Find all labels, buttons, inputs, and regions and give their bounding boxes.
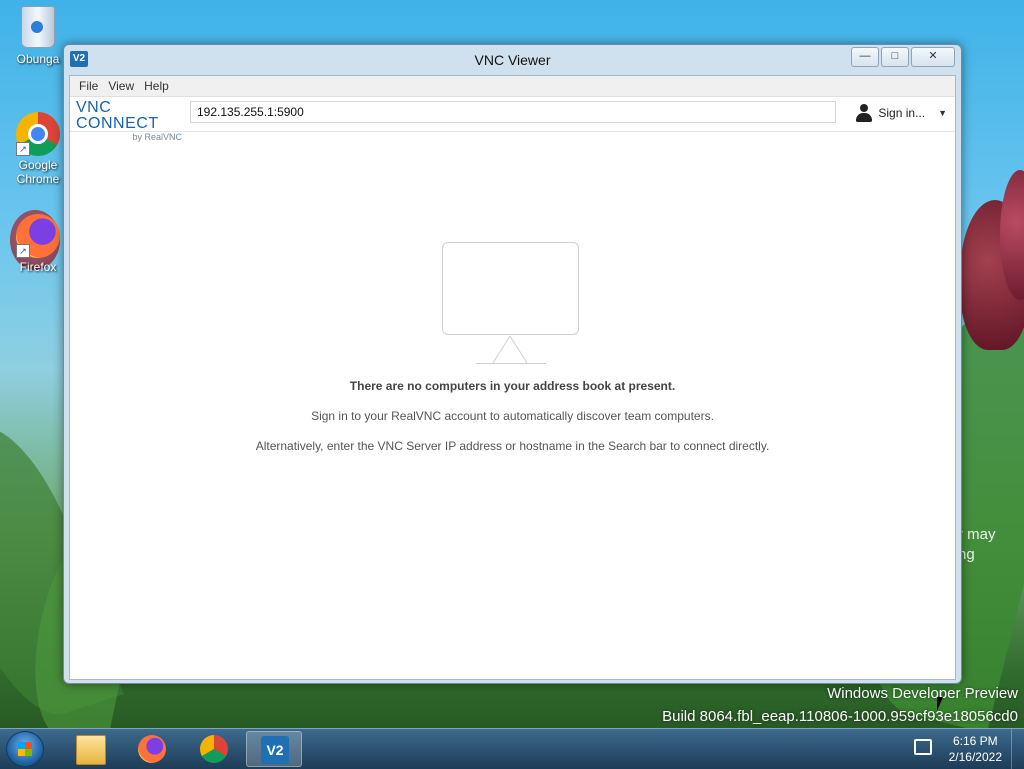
empty-state-heading: There are no computers in your address b…: [349, 379, 676, 393]
taskbar-chrome[interactable]: [186, 731, 242, 767]
monitor-base: [476, 363, 546, 364]
menu-bar: File View Help: [70, 76, 955, 97]
background-text-line: ng: [958, 546, 975, 563]
menu-help[interactable]: Help: [139, 79, 174, 93]
toolbar: VNC CONNECT by RealVNC Sign in... ▼: [70, 97, 955, 143]
sign-in-label: Sign in...: [878, 106, 926, 120]
chrome-icon: ↗: [16, 112, 60, 156]
firefox-icon: ↗: [16, 214, 60, 258]
vnc-connect-logo: VNC CONNECT by RealVNC: [76, 100, 186, 143]
file-explorer-icon: [76, 735, 106, 765]
taskbar: V2 6:16 PM 2/16/2022: [0, 728, 1024, 769]
window-controls: — □ ✕: [851, 47, 955, 67]
empty-state-text: Sign in to your RealVNC account to autom…: [311, 409, 714, 423]
maximize-button[interactable]: □: [881, 47, 909, 67]
brand-name: VNC CONNECT: [76, 99, 159, 132]
os-build-watermark: Build 8064.fbl_eeap.110806-1000.959cf93e…: [662, 708, 1018, 725]
brand-subtitle: by RealVNC: [132, 132, 182, 142]
user-icon: [855, 104, 873, 122]
taskbar-firefox[interactable]: [124, 731, 180, 767]
background-text-line: r may: [958, 526, 996, 543]
address-search-input[interactable]: [190, 101, 836, 123]
firefox-icon: [138, 735, 166, 763]
background-text: r may ng: [958, 525, 996, 565]
sign-in-button[interactable]: Sign in... ▼: [855, 101, 947, 125]
chevron-down-icon[interactable]: ▼: [938, 108, 947, 118]
menu-file[interactable]: File: [74, 79, 103, 93]
shortcut-arrow-icon: ↗: [16, 244, 30, 258]
window-title: VNC Viewer: [474, 52, 551, 68]
menu-view[interactable]: View: [103, 79, 139, 93]
start-button[interactable]: [6, 731, 44, 767]
clock-time: 6:16 PM: [952, 734, 998, 748]
title-bar[interactable]: V2 VNC Viewer — □ ✕: [64, 45, 961, 75]
system-clock[interactable]: 6:16 PM 2/16/2022: [949, 733, 1002, 765]
vnc-viewer-icon: V2: [261, 736, 289, 764]
taskbar-vnc-viewer[interactable]: V2: [246, 731, 302, 767]
vnc-viewer-window: V2 VNC Viewer — □ ✕ File View Help VNC C…: [63, 44, 962, 684]
clock-date: 2/16/2022: [948, 750, 1002, 764]
mouse-cursor-icon: [937, 697, 949, 711]
show-desktop-button[interactable]: [1011, 729, 1024, 769]
window-client-area: File View Help VNC CONNECT by RealVNC Si…: [69, 75, 956, 680]
empty-state-text: Alternatively, enter the VNC Server IP a…: [255, 439, 770, 453]
taskbar-file-explorer[interactable]: [62, 731, 118, 767]
shortcut-arrow-icon: ↗: [16, 142, 30, 156]
monitor-illustration-icon: [442, 242, 579, 335]
close-button[interactable]: ✕: [911, 47, 955, 67]
chrome-icon: [200, 735, 228, 763]
network-icon[interactable]: [914, 739, 932, 755]
minimize-button[interactable]: —: [851, 47, 879, 67]
recycle-bin-icon: [16, 6, 60, 50]
os-watermark: Windows Developer Preview: [827, 685, 1018, 702]
monitor-stand-icon: [493, 336, 527, 364]
